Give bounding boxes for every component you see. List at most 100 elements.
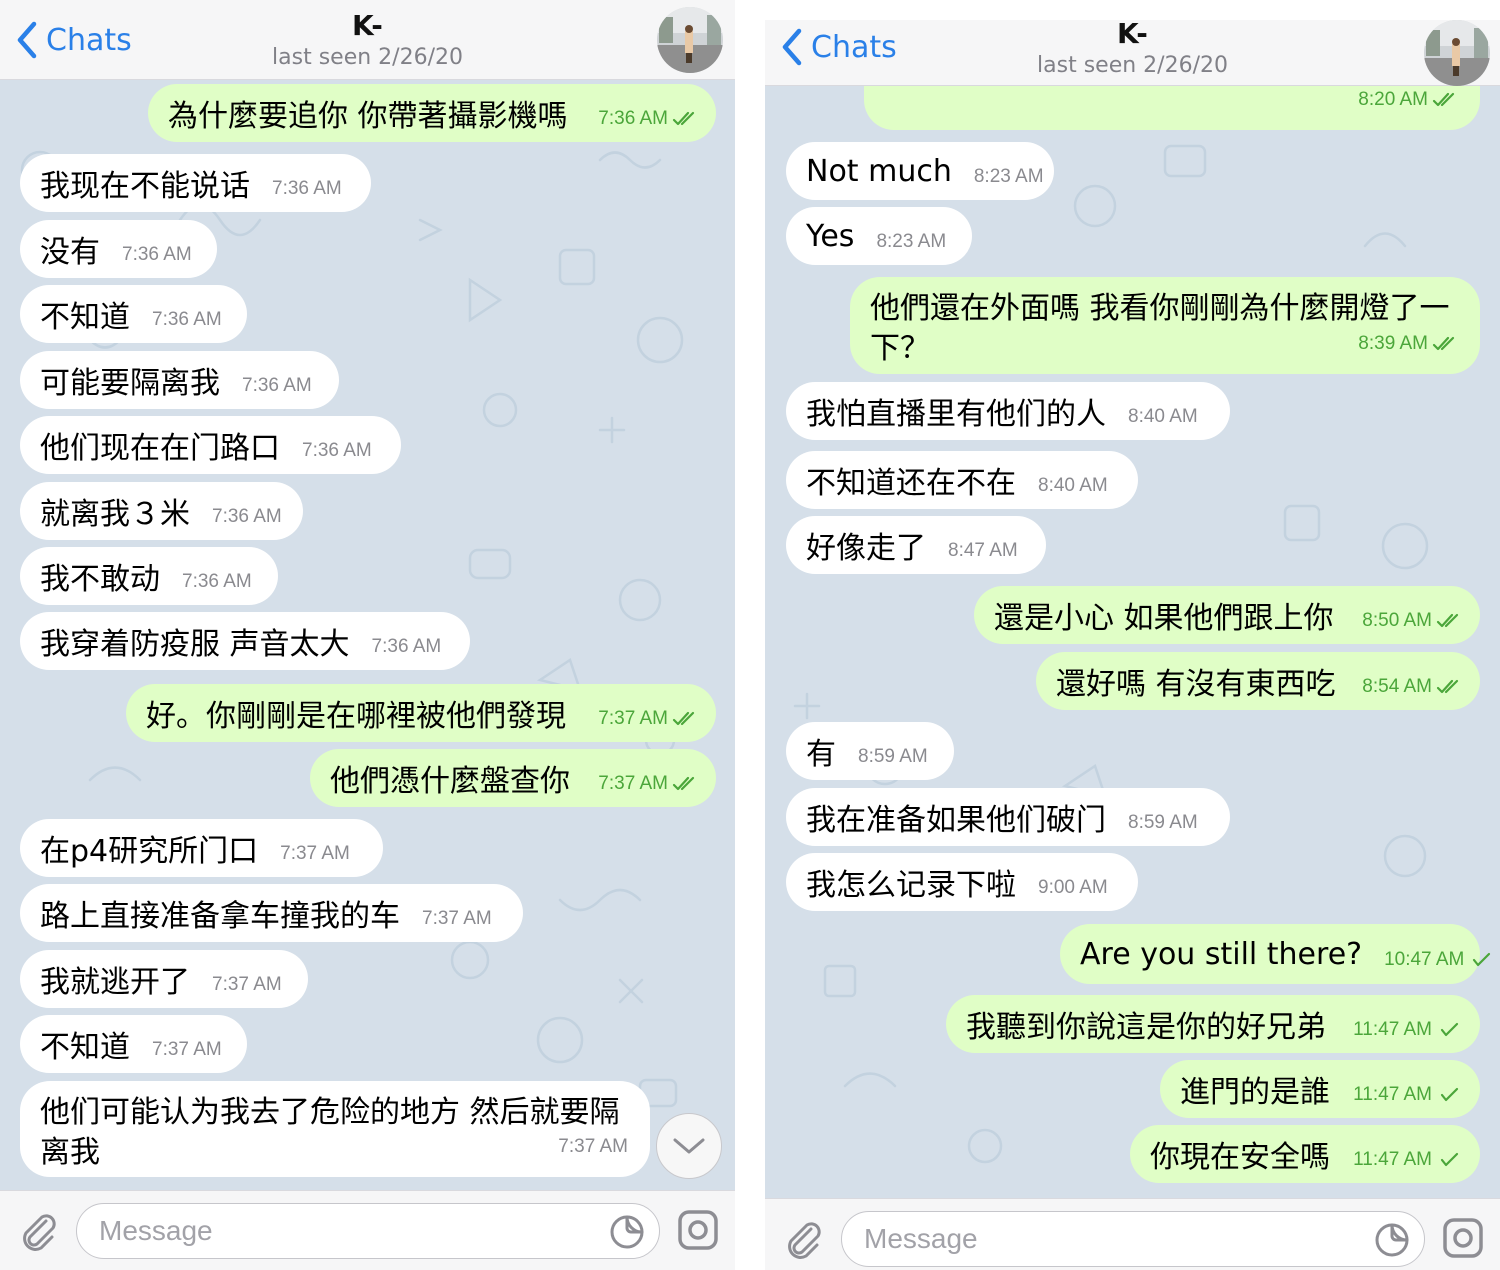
message-meta: 7:37 AM (152, 1039, 222, 1061)
camera-icon[interactable] (677, 1209, 719, 1251)
incoming-message[interactable]: 我在准备如果他们破门 8:59 AM (786, 788, 1230, 846)
outgoing-message[interactable]: 我聽到你說這是你的好兄弟 11:47 AM (946, 995, 1480, 1053)
chat-title-area[interactable]: K- last seen 2/26/20 (160, 8, 575, 72)
message-meta: 8:23 AM (974, 166, 1044, 188)
message-meta: 8:23 AM (876, 231, 946, 253)
incoming-message[interactable]: 我穿着防疫服 声音太大 7:36 AM (20, 612, 470, 670)
message-meta: 7:37 AM (280, 843, 350, 865)
incoming-message[interactable]: 路上直接准备拿车撞我的车 7:37 AM (20, 884, 523, 942)
message-text: 不知道还在不在 (806, 466, 1016, 501)
camera-icon[interactable] (1442, 1217, 1484, 1259)
message-placeholder: Message (99, 1215, 213, 1246)
incoming-message[interactable]: 好像走了 8:47 AM (786, 516, 1046, 574)
check-icon (1440, 1022, 1459, 1037)
message-time: 8:59 AM (1128, 812, 1198, 833)
message-text: 在p4研究所门口 (40, 834, 259, 869)
incoming-message[interactable]: 不知道 7:37 AM (20, 1015, 247, 1073)
paperclip-icon[interactable] (781, 1217, 825, 1261)
outgoing-message[interactable]: 他們還在外面嗎 我看你剛剛為什麼開燈了一下？ 8:39 AM (850, 277, 1480, 374)
double-check-icon (1432, 336, 1455, 351)
message-meta: 7:37 AM (422, 908, 492, 930)
message-text: Yes (806, 218, 855, 254)
message-text: 没有 (40, 235, 100, 270)
avatar-photo (657, 7, 723, 73)
outgoing-message[interactable]: 還是小心 如果他們跟上你 8:50 AM (974, 586, 1480, 644)
incoming-message[interactable]: 我不敢动 7:36 AM (20, 547, 278, 605)
message-text: 我聽到你說這是你的好兄弟 (966, 1010, 1326, 1045)
incoming-message[interactable]: 我怎么记录下啦 9:00 AM (786, 853, 1138, 911)
incoming-message[interactable]: 没有 7:36 AM (20, 220, 217, 278)
outgoing-message[interactable]: 他們憑什麼盤查你 7:37 AM (310, 749, 716, 807)
sticker-icon[interactable] (609, 1214, 645, 1250)
message-time: 7:37 AM (152, 1039, 222, 1060)
outgoing-message[interactable]: 還好嗎 有沒有東西吃 8:54 AM (1036, 652, 1480, 710)
message-text: 還是小心 如果他們跟上你 (994, 601, 1334, 636)
message-text: 他們憑什麼盤查你 (330, 764, 570, 799)
message-meta: 7:37 AM (598, 773, 698, 795)
incoming-message[interactable]: 不知道 7:36 AM (20, 285, 247, 343)
back-button[interactable]: Chats (12, 18, 132, 62)
paperclip-icon[interactable] (16, 1209, 60, 1253)
incoming-message[interactable]: 他们可能认为我去了危险的地方 然后就要隔离我 7:37 AM (20, 1081, 650, 1177)
message-meta: 8:59 AM (858, 746, 928, 768)
message-meta: 11:47 AM (1353, 1149, 1462, 1171)
message-meta: 8:54 AM (1362, 676, 1462, 698)
chat-header: Chats K- last seen 2/26/20 (765, 17, 1500, 86)
check-icon (1440, 1087, 1459, 1102)
message-meta: 8:47 AM (948, 540, 1018, 562)
message-meta: 11:47 AM (1353, 1084, 1462, 1106)
incoming-message[interactable]: 我现在不能说话 7:36 AM (20, 154, 371, 212)
message-meta: 7:36 AM (242, 375, 312, 397)
message-text: 我就逃开了 (40, 965, 190, 1000)
message-text: 進門的是誰 (1180, 1075, 1330, 1110)
chat-title-area[interactable]: K- last seen 2/26/20 (925, 16, 1340, 80)
message-time: 8:40 AM (1128, 406, 1198, 427)
outgoing-message[interactable]: 好。你剛剛是在哪裡被他們發現 7:37 AM (126, 684, 716, 742)
check-icon (1440, 1152, 1459, 1167)
message-time: 11:47 AM (1353, 1084, 1432, 1105)
message-text: 路上直接准备拿车撞我的车 (40, 899, 400, 934)
incoming-message[interactable]: 就离我３米 7:36 AM (20, 482, 303, 540)
incoming-message[interactable]: 可能要隔离我 7:36 AM (20, 351, 339, 409)
incoming-message[interactable]: Not much 8:23 AM (786, 142, 1054, 200)
chat-header: Chats K- last seen 2/26/20 (0, 0, 735, 80)
incoming-message[interactable]: 有 8:59 AM (786, 722, 954, 780)
double-check-icon (672, 111, 695, 126)
incoming-message[interactable]: 我就逃开了 7:37 AM (20, 950, 308, 1008)
outgoing-message[interactable]: 為什麼要追你 你帶著攝影機嗎 7:36 AM (148, 84, 716, 142)
message-input[interactable]: Message (76, 1203, 660, 1259)
message-time: 7:36 AM (182, 571, 252, 592)
incoming-message[interactable]: 在p4研究所门口 7:37 AM (20, 819, 383, 877)
outgoing-message[interactable]: 進門的是誰 11:47 AM (1160, 1060, 1480, 1118)
message-input[interactable]: Message (841, 1211, 1425, 1267)
message-meta: 7:37 AM (598, 708, 698, 730)
incoming-message[interactable]: 我怕直播里有他们的人 8:40 AM (786, 382, 1230, 440)
message-time: 7:36 AM (371, 636, 442, 657)
message-time: 8:59 AM (858, 746, 928, 767)
double-check-icon (1432, 92, 1455, 107)
double-check-icon (1436, 613, 1459, 628)
outgoing-message[interactable]: Are you still there? 10:47 AM (1060, 924, 1491, 984)
back-label: Chats (46, 22, 132, 58)
double-check-icon (672, 776, 695, 791)
double-check-icon (672, 711, 695, 726)
message-text: Not much (806, 153, 952, 189)
incoming-message[interactable]: 不知道还在不在 8:40 AM (786, 451, 1138, 509)
message-time: 8:23 AM (973, 166, 1044, 187)
chevron-down-icon (673, 1138, 705, 1154)
back-button[interactable]: Chats (777, 25, 897, 69)
message-time: 10:47 AM (1384, 949, 1465, 970)
incoming-message[interactable]: 他们现在在门路口 7:36 AM (20, 416, 401, 474)
message-meta: 8:20 AM (1358, 80, 1458, 120)
message-meta: 7:36 AM (212, 506, 282, 528)
message-meta: 11:47 AM (1353, 1019, 1462, 1041)
outgoing-message[interactable]: 你現在安全嗎 11:47 AM (1130, 1125, 1480, 1183)
sticker-icon[interactable] (1374, 1222, 1410, 1258)
avatar[interactable] (657, 7, 723, 73)
incoming-message[interactable]: Yes 8:23 AM (786, 207, 972, 265)
scroll-to-bottom-button[interactable] (656, 1113, 722, 1179)
avatar[interactable] (1424, 20, 1490, 86)
message-time: 11:47 AM (1353, 1149, 1432, 1170)
message-meta: 7:36 AM (372, 636, 442, 658)
message-placeholder: Message (864, 1223, 978, 1254)
